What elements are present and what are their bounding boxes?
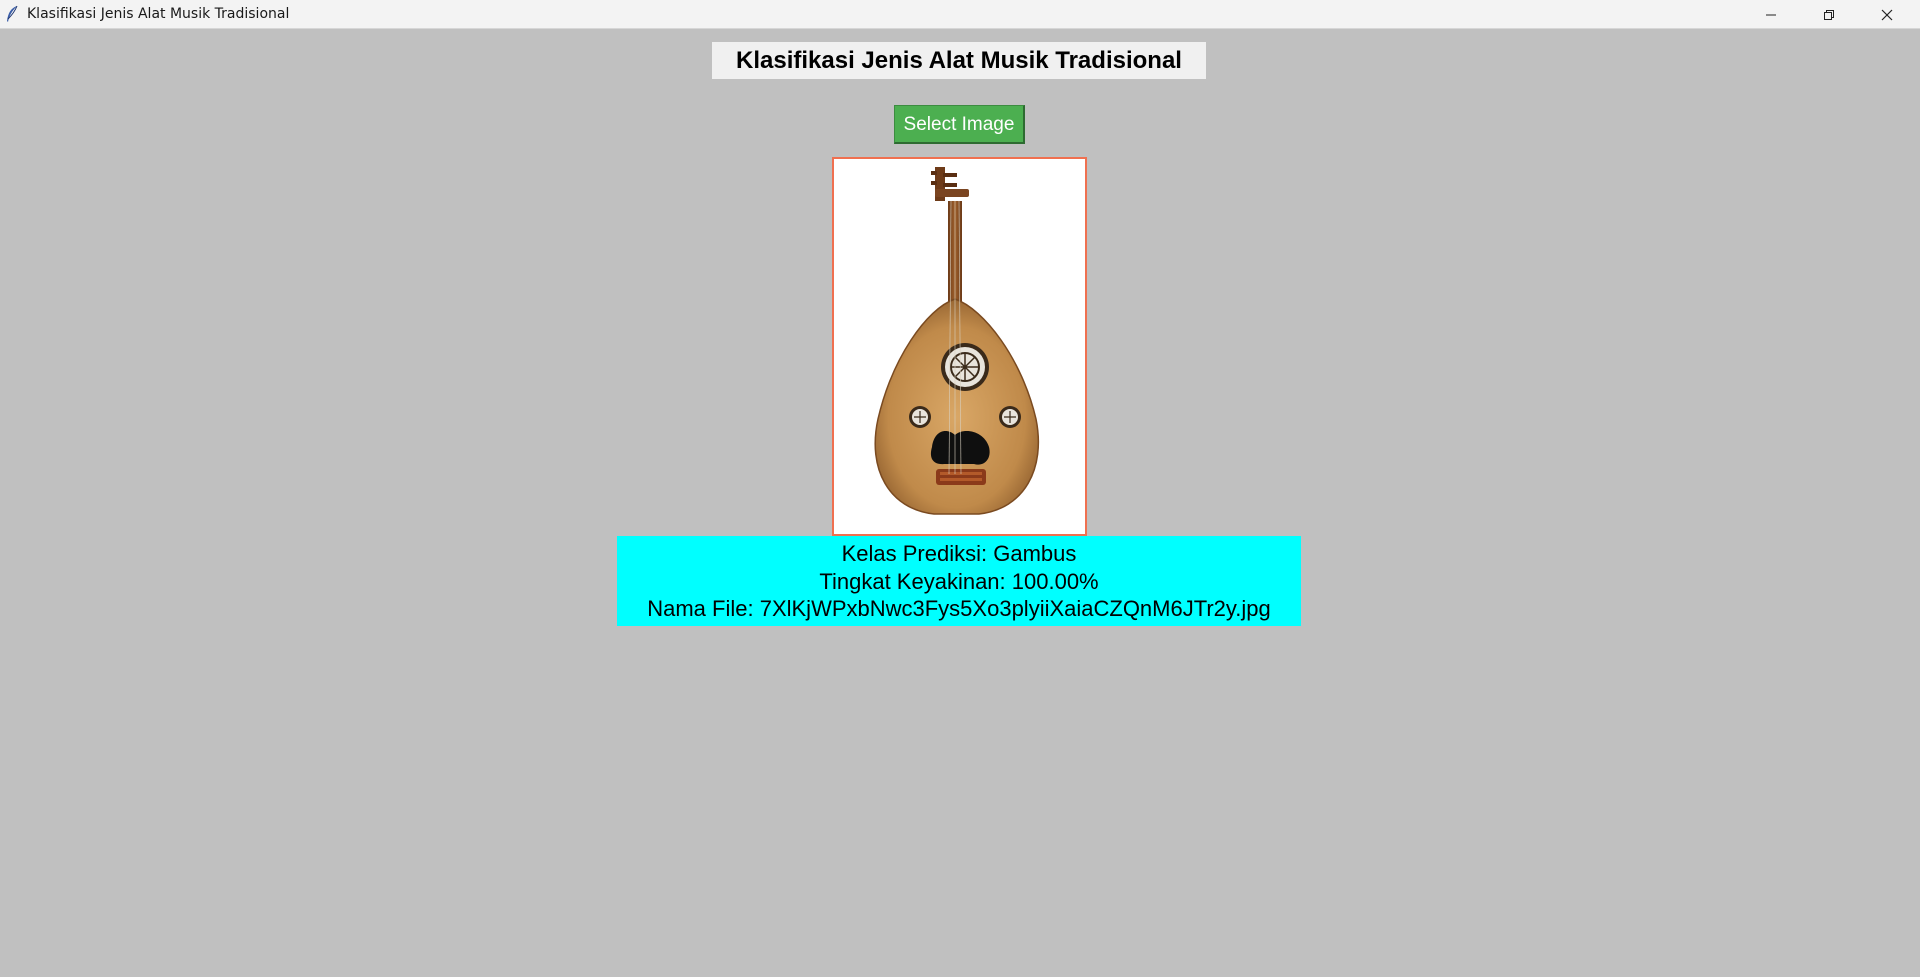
result-panel: Kelas Prediksi: Gambus Tingkat Keyakinan…	[617, 536, 1301, 626]
page-title: Klasifikasi Jenis Alat Musik Tradisional	[712, 42, 1206, 79]
minimize-icon	[1766, 14, 1776, 15]
minimize-button[interactable]	[1742, 0, 1800, 29]
title-bar: Klasifikasi Jenis Alat Musik Tradisional	[0, 0, 1920, 29]
close-icon	[1881, 9, 1893, 20]
app-window: Klasifikasi Jenis Alat Musik Tradisional…	[0, 0, 1920, 977]
predicted-class-label: Kelas Prediksi: Gambus	[841, 541, 1077, 566]
select-image-button[interactable]: Select Image	[894, 105, 1025, 144]
confidence-label: Tingkat Keyakinan: 100.00%	[819, 568, 1099, 594]
feather-icon	[5, 5, 19, 23]
restore-icon	[1824, 9, 1834, 20]
restore-button[interactable]	[1800, 0, 1858, 29]
close-button[interactable]	[1858, 0, 1916, 29]
window-title: Klasifikasi Jenis Alat Musik Tradisional	[27, 6, 290, 22]
oud-gambus-icon	[874, 167, 1040, 515]
file-name-label: Nama File: 7XlKjWPxbNwc3Fys5Xo3plyiiXaia…	[647, 596, 1271, 621]
image-preview	[832, 157, 1087, 536]
